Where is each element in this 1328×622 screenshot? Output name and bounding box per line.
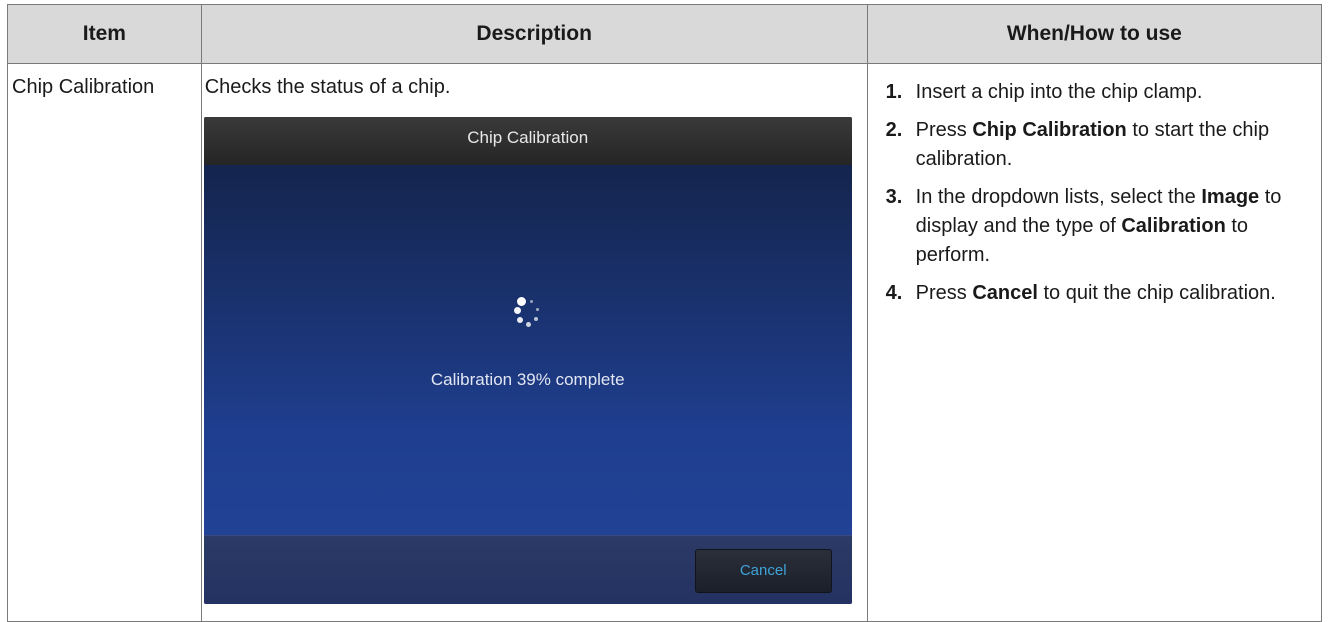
list-item: 4. Press Cancel to quit the chip calibrat…: [886, 279, 1306, 308]
when-how-cell: 1. Insert a chip into the chip clamp. 2. P…: [866, 63, 1323, 622]
step-keyword: Image: [1201, 186, 1260, 208]
item-name: Chip Calibration: [12, 76, 155, 98]
step-keyword: Cancel: [972, 282, 1038, 304]
loading-spinner-icon: [513, 297, 544, 333]
item-cell: Chip Calibration: [7, 63, 202, 622]
spinner-dot: [529, 300, 533, 303]
spinner-dot: [535, 308, 539, 311]
header-when-how: When/How to use: [866, 4, 1323, 64]
cancel-button[interactable]: Cancel: [694, 549, 832, 593]
step-number: 2.: [885, 119, 903, 141]
steps-list: 1. Insert a chip into the chip clamp. 2. P…: [886, 78, 1306, 317]
list-item: 2. Press Chip Calibration to start the ch…: [886, 116, 1306, 174]
step-number: 4.: [885, 282, 903, 304]
step-text: to quit the chip calibration.: [1037, 282, 1276, 304]
screen-footer: Cancel: [203, 535, 852, 604]
step-keyword: Calibration: [1121, 215, 1226, 237]
step-text: Press: [915, 282, 973, 304]
chip-calibration-screen: Chip Calibration Calibration 39% complet…: [203, 117, 852, 604]
list-item: 3. In the dropdown lists, select the Imag…: [886, 183, 1306, 270]
table-row: Chip Calibration Checks the status of a …: [7, 63, 1323, 622]
step-number: 3.: [885, 186, 903, 208]
header-item: Item: [7, 4, 202, 64]
usage-table: Item Description When/How to use Chip Ca…: [7, 4, 1323, 622]
spinner-dot: [513, 307, 521, 314]
step-text: Insert a chip into the chip clamp.: [915, 81, 1203, 103]
spinner-dot: [516, 317, 523, 323]
step-number: 1.: [885, 81, 903, 103]
description-cell: Checks the status of a chip. Chip Calibr…: [200, 63, 868, 622]
list-item: 1. Insert a chip into the chip clamp.: [886, 78, 1306, 107]
screen-title: Chip Calibration: [203, 117, 852, 165]
spinner-dot: [516, 297, 526, 306]
calibration-progress-text: Calibration 39% complete: [430, 370, 625, 389]
header-description: Description: [200, 4, 868, 64]
step-text: Press: [915, 119, 973, 141]
spinner-dot: [525, 322, 531, 327]
spinner-dot: [533, 317, 538, 321]
description-text: Checks the status of a chip.: [204, 76, 451, 98]
table-header-row: Item Description When/How to use: [7, 4, 1323, 64]
step-keyword: Chip Calibration: [972, 119, 1127, 141]
step-text: In the dropdown lists, select the: [915, 186, 1202, 208]
